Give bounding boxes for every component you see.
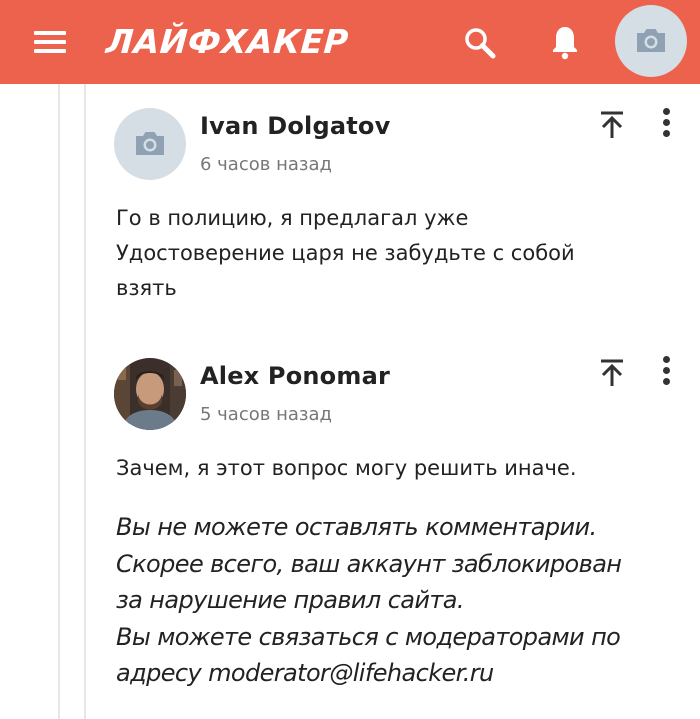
scroll-to-parent-button[interactable]: [598, 358, 626, 388]
more-vertical-icon: [662, 356, 670, 363]
more-vertical-icon: [662, 108, 670, 115]
more-options-button[interactable]: [660, 356, 672, 390]
avatar[interactable]: [114, 108, 186, 180]
camera-icon: [637, 29, 665, 52]
top-bar: ЛАЙФХАКЕР: [0, 0, 700, 84]
notifications-button[interactable]: [549, 24, 581, 60]
site-logo[interactable]: ЛАЙФХАКЕР: [104, 19, 350, 65]
scroll-to-parent-button[interactable]: [598, 110, 626, 140]
moderator-email[interactable]: адресу moderator@lifehacker.ru: [116, 655, 696, 692]
search-icon: [465, 28, 496, 59]
arrow-up-to-top-icon: [601, 359, 623, 386]
comment-author[interactable]: Alex Ponomar: [200, 362, 390, 390]
comment-text: Го в полицию, я предлагал уже Удостовере…: [116, 206, 575, 300]
avatar[interactable]: [114, 358, 186, 430]
menu-icon: [34, 31, 66, 35]
comment-text: Зачем, я этот вопрос могу решить иначе.: [116, 456, 577, 480]
user-photo: [114, 358, 186, 430]
menu-button[interactable]: [34, 28, 66, 56]
thread-line: [58, 84, 60, 719]
camera-icon: [136, 132, 164, 155]
search-button[interactable]: [463, 26, 497, 60]
more-options-button[interactable]: [660, 108, 672, 142]
thread-line: [84, 84, 86, 719]
blocked-account-notice: Вы не можете оставлять комментарии. Скор…: [116, 509, 696, 692]
comment-time: 6 часов назад: [200, 154, 332, 175]
bell-icon: [553, 27, 577, 60]
comment-author[interactable]: Ivan Dolgatov: [200, 112, 390, 140]
comment-time: 5 часов назад: [200, 404, 332, 425]
user-avatar-button[interactable]: [615, 5, 687, 77]
arrow-up-to-top-icon: [601, 111, 623, 138]
